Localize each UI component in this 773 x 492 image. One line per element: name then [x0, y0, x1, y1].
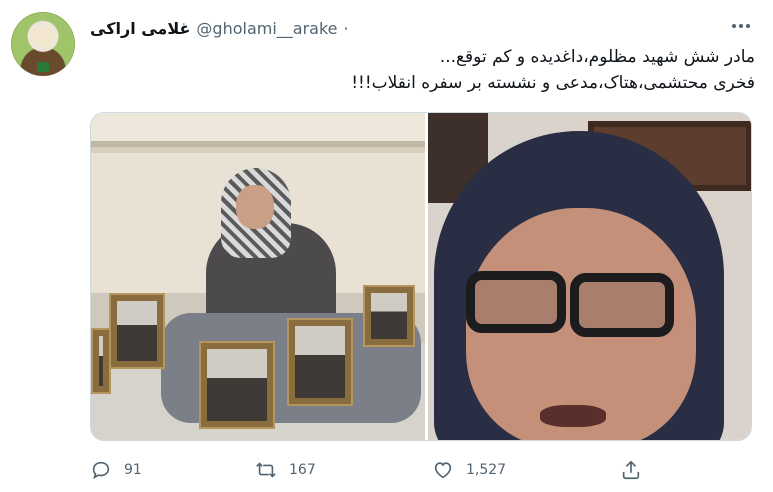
tweet-text-line-2: فخری محتشمی،هتاک،مدعی و نشسته بر سفره ان…: [351, 73, 755, 93]
display-name[interactable]: غلامی اراکی: [90, 19, 190, 38]
tweet-text: مادر شش شهید مظلوم،داغدیده و کم توقع... …: [260, 44, 755, 96]
wall-strip: [91, 141, 425, 147]
reply-count: 91: [124, 462, 142, 478]
glasses-lens-right: [569, 273, 674, 337]
retweet-button[interactable]: 167: [255, 455, 316, 485]
tweet-text-line-1: مادر شش شهید مظلوم،داغدیده و کم توقع...: [439, 47, 755, 67]
reply-icon: [92, 461, 110, 480]
tweet-card[interactable]: غلامی اراکی @gholami__arake · مادر شش شه…: [0, 0, 773, 492]
portrait-frame: [199, 341, 275, 429]
reply-button[interactable]: 91: [90, 455, 142, 485]
like-count: 1,527: [466, 462, 507, 478]
photo-mother-with-portraits[interactable]: [91, 113, 425, 440]
mouth: [539, 405, 606, 427]
separator-dot: ·: [343, 18, 349, 38]
share-button[interactable]: [620, 455, 642, 485]
avatar-badge: [37, 62, 49, 72]
portrait-frame: [91, 328, 111, 394]
tweet-header: غلامی اراکی @gholami__arake ·: [90, 16, 349, 40]
more-icon[interactable]: [726, 14, 756, 38]
portrait-frame: [109, 293, 165, 369]
photo-woman-with-glasses[interactable]: [427, 113, 751, 440]
portrait-frame: [363, 285, 415, 347]
like-button[interactable]: 1,527: [432, 455, 506, 485]
retweet-icon: [256, 462, 276, 478]
portrait-frame: [287, 318, 353, 406]
woman-face: [236, 185, 274, 229]
avatar[interactable]: [11, 12, 75, 76]
share-icon: [622, 460, 640, 480]
media-grid: [90, 112, 752, 441]
user-handle[interactable]: @gholami__arake: [196, 19, 337, 38]
retweet-count: 167: [289, 462, 316, 478]
action-bar: 91 167 1,527: [90, 455, 752, 485]
glasses-lens-left: [465, 271, 566, 333]
like-icon: [434, 462, 452, 479]
